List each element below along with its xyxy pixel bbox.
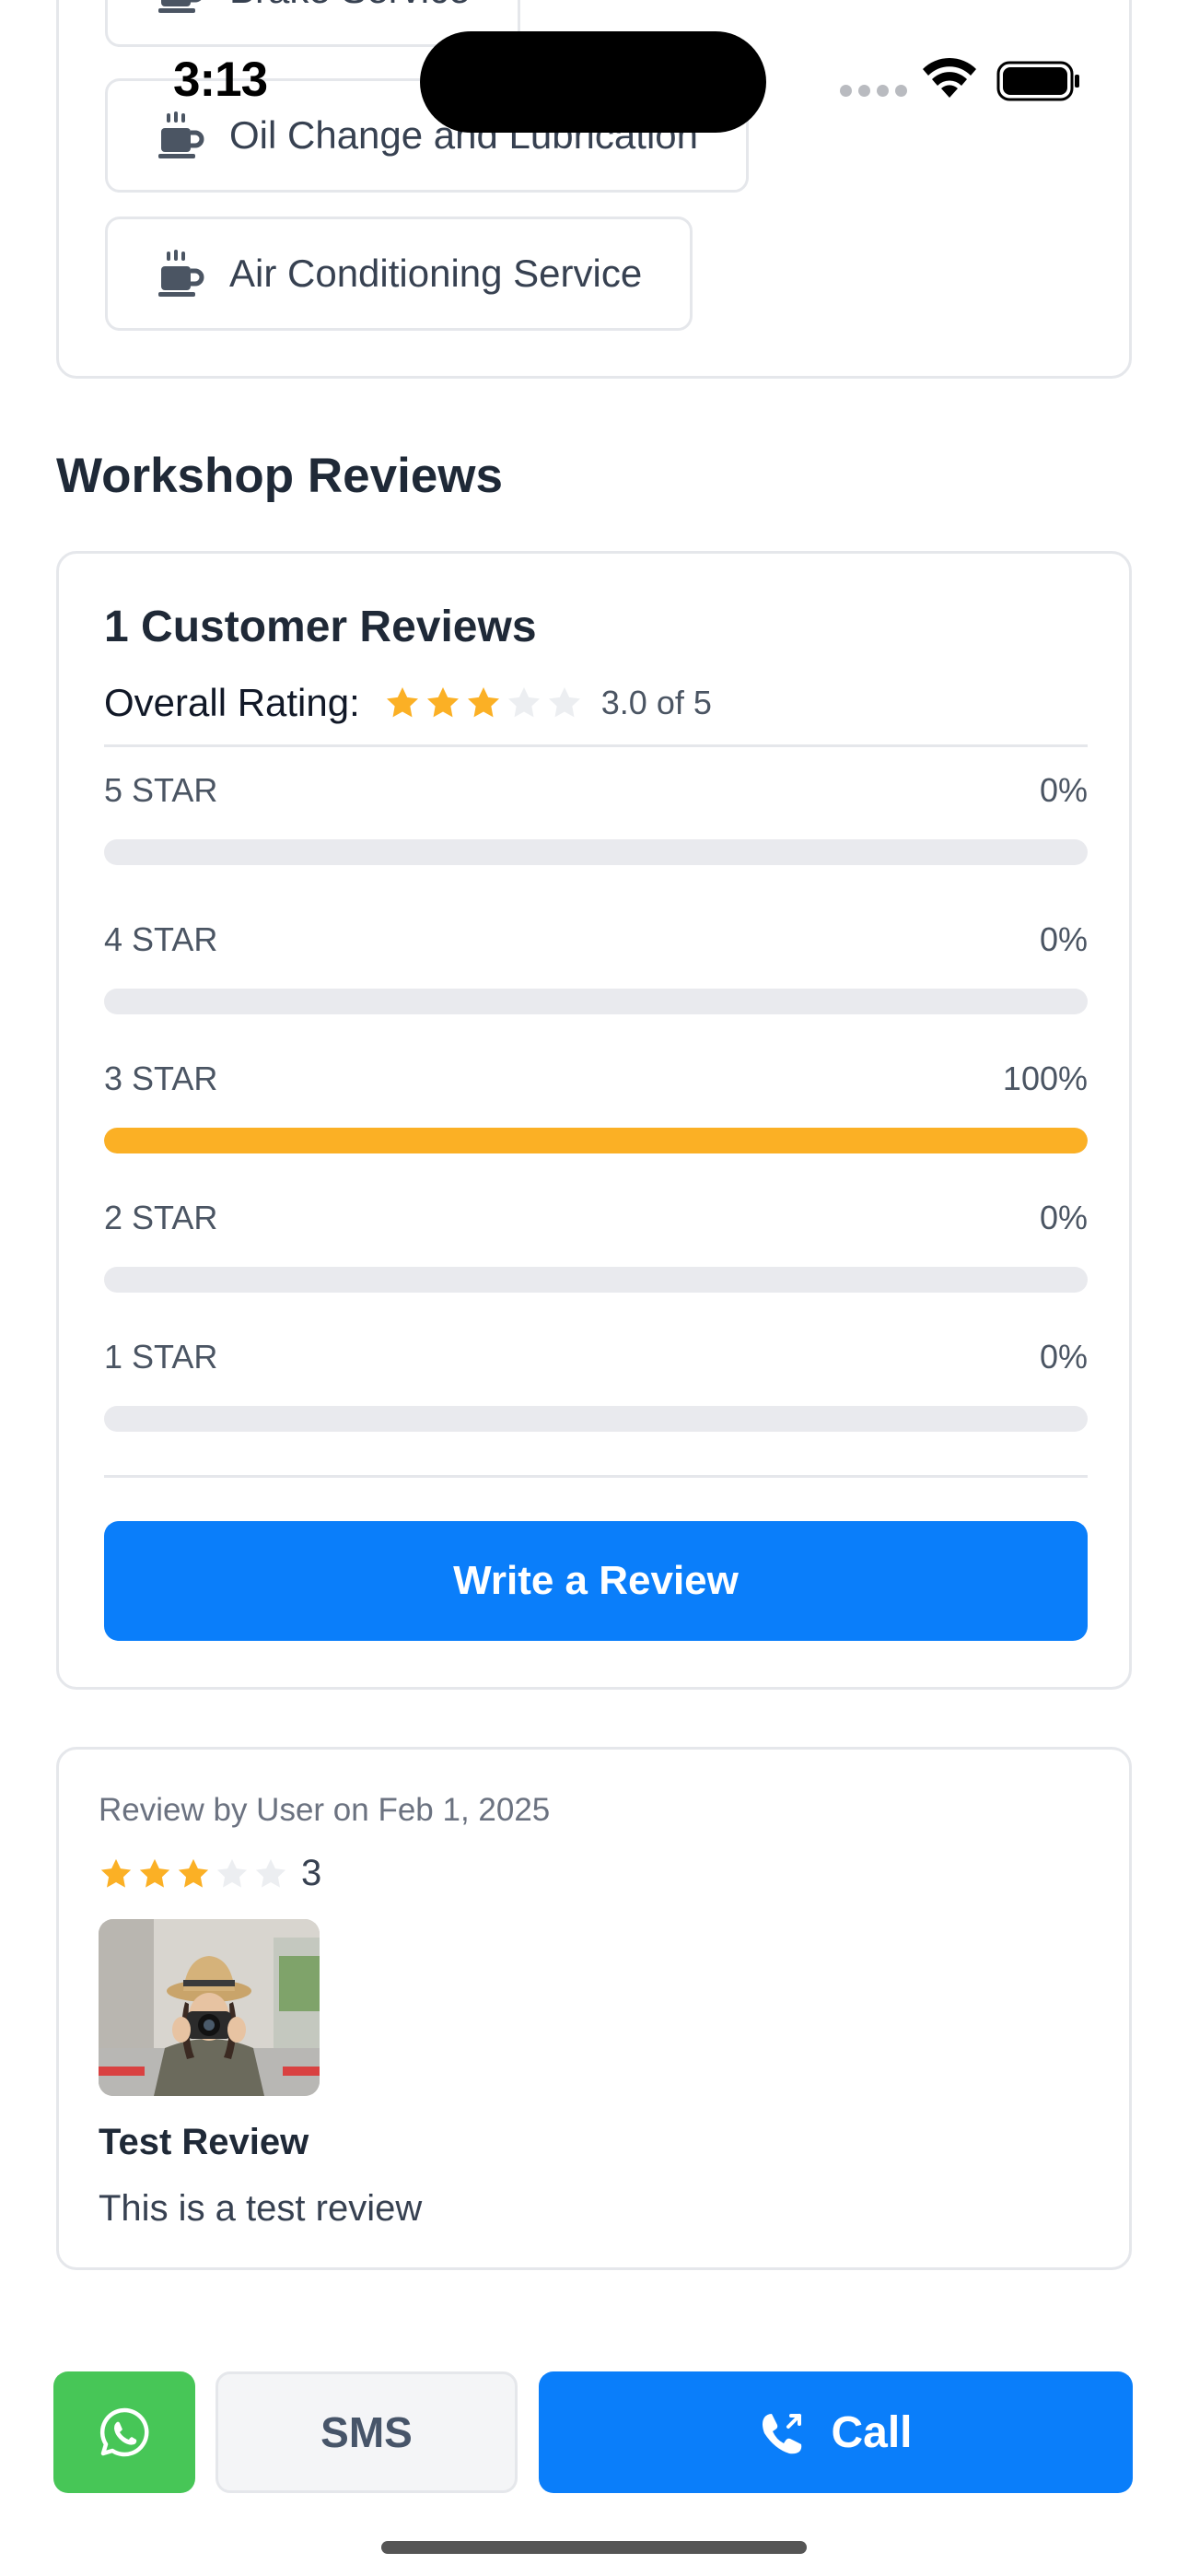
star-empty-icon [255, 1858, 286, 1888]
review-title: Test Review [99, 2122, 309, 2162]
home-indicator [381, 2541, 807, 2554]
workshop-reviews-screen: Brake Service Oil Change and Lubrication [0, 0, 1188, 2576]
rating-percent: 0% [1039, 1338, 1088, 1376]
section-heading-reviews: Workshop Reviews [56, 449, 503, 503]
rating-label: 3 STAR [104, 1060, 218, 1097]
rating-label: 1 STAR [104, 1338, 218, 1376]
rating-label: 2 STAR [104, 1199, 218, 1236]
wifi-icon [923, 57, 976, 98]
rating-bar-track [104, 1406, 1088, 1432]
review-photo[interactable] [99, 1919, 320, 2096]
rating-percent: 0% [1039, 1199, 1088, 1236]
rating-row-1-star: 1 STAR 0% [104, 1338, 1088, 1448]
rating-row-3-star: 3 STAR 100% [104, 1060, 1088, 1170]
whatsapp-button[interactable] [53, 2371, 195, 2493]
overall-rating-value: 3.0 of 5 [600, 684, 712, 721]
phone-call-icon [763, 2414, 802, 2454]
overall-rating-row: Overall Rating: 3.0 of 5 [104, 675, 712, 731]
rating-bar-track [104, 1267, 1088, 1293]
review-stars [99, 1856, 288, 1891]
review-card: Review by User on Feb 1, 2025 3 Test Rev… [56, 1747, 1132, 2270]
rating-label: 5 STAR [104, 771, 218, 809]
overall-rating-stars [384, 685, 583, 721]
rating-bar-track [104, 1128, 1088, 1153]
sms-button[interactable]: SMS [215, 2371, 518, 2493]
write-review-button[interactable]: Write a Review [104, 1521, 1088, 1641]
reviews-summary-card: 1 Customer Reviews Overall Rating: 3.0 o… [56, 551, 1132, 1690]
overall-rating-label: Overall Rating: [104, 681, 360, 724]
divider [104, 744, 1088, 747]
call-button[interactable]: Call [539, 2371, 1133, 2493]
cellular-signal-icon [840, 85, 907, 97]
star-filled-icon [139, 1858, 170, 1888]
service-chip-label: Air Conditioning Service [229, 252, 643, 295]
rating-row-2-star: 2 STAR 0% [104, 1199, 1088, 1309]
coffee-cup-icon [158, 250, 204, 297]
star-empty-icon [216, 1858, 248, 1888]
divider [104, 1475, 1088, 1478]
review-author-date: Review by User on Feb 1, 2025 [99, 1792, 551, 1828]
star-filled-icon [100, 1858, 132, 1888]
battery-icon [996, 61, 1079, 101]
review-score: 3 [301, 1853, 322, 1893]
rating-row-5-star: 5 STAR 0% [104, 771, 1088, 882]
status-bar-time: 3:13 [173, 53, 268, 107]
dynamic-island [420, 31, 766, 133]
rating-label: 4 STAR [104, 920, 218, 958]
rating-percent: 0% [1039, 920, 1088, 958]
review-body: This is a test review [99, 2188, 423, 2229]
coffee-cup-icon [158, 111, 204, 158]
star-empty-icon [507, 687, 540, 718]
coffee-cup-icon [158, 0, 202, 13]
rating-bar-track [104, 839, 1088, 865]
review-rating-row: 3 [99, 1853, 321, 1894]
rating-percent: 100% [1002, 1060, 1088, 1097]
star-filled-icon [178, 1858, 209, 1888]
star-empty-icon [548, 687, 580, 718]
whatsapp-icon [99, 2407, 149, 2457]
photographer-image [99, 1919, 320, 2096]
rating-bar-track [104, 989, 1088, 1014]
rating-bar-fill [104, 1128, 1088, 1153]
service-chip-air-conditioning[interactable]: Air Conditioning Service [105, 217, 693, 331]
star-filled-icon [467, 687, 499, 718]
customer-reviews-count: 1 Customer Reviews [104, 603, 537, 651]
service-chip-label: Brake Service [229, 0, 470, 12]
rating-row-4-star: 4 STAR 0% [104, 920, 1088, 1031]
rating-percent: 0% [1039, 771, 1088, 809]
call-label: Call [831, 2407, 913, 2457]
star-filled-icon [386, 687, 418, 718]
star-filled-icon [426, 687, 459, 718]
